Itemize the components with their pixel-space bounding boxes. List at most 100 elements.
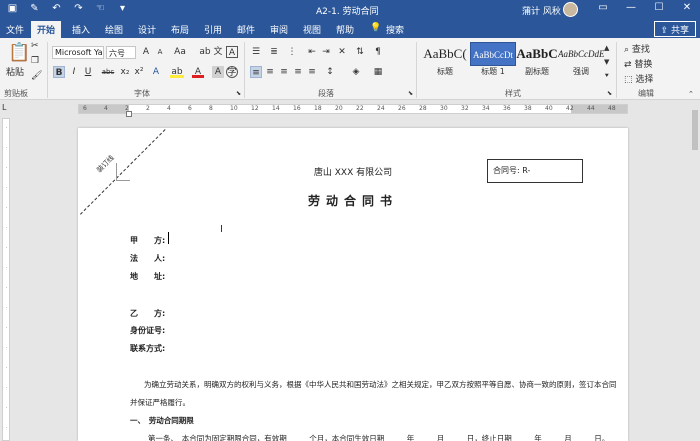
share-button[interactable]: ⇪ 共享 <box>653 21 696 37</box>
find-button[interactable]: ⌕ 查找 <box>624 42 650 55</box>
styles-dialog-launcher-icon[interactable]: ⬊ <box>607 90 612 97</box>
style-heading[interactable]: AaBbC( 标题 <box>422 42 468 84</box>
font-color-button[interactable]: A <box>192 66 204 78</box>
italic-button[interactable]: I <box>68 66 80 78</box>
tab-references[interactable]: 引用 <box>204 23 222 36</box>
bold-button[interactable]: B <box>53 66 65 78</box>
copy-icon[interactable]: ❐ <box>31 56 39 66</box>
avatar[interactable] <box>563 2 578 17</box>
chinese-layout-icon[interactable]: ✕ <box>336 46 348 58</box>
grow-font-button[interactable]: A <box>140 46 152 58</box>
tab-review[interactable]: 审阅 <box>270 23 288 36</box>
minimize-icon[interactable]: — <box>624 2 638 13</box>
change-case-button[interactable]: Aa <box>172 46 188 58</box>
styles-more-icon[interactable]: ⯆ <box>604 72 610 81</box>
font-name-select[interactable]: Microsoft Ya <box>52 46 104 59</box>
superscript-button[interactable]: x² <box>132 66 146 78</box>
undo-icon[interactable]: ↶ <box>50 3 63 14</box>
vertical-ruler-mark: · <box>5 285 8 291</box>
paragraph-dialog-launcher-icon[interactable]: ⬊ <box>408 90 413 97</box>
party-a-label: 甲 方: <box>130 236 166 245</box>
cut-icon[interactable]: ✂ <box>31 41 39 51</box>
style-subtitle[interactable]: AaBbC 副标题 <box>514 42 560 84</box>
tab-mailings[interactable]: 邮件 <box>237 23 255 36</box>
multilevel-list-icon[interactable]: ⋮ <box>286 46 298 58</box>
text-effects-button[interactable]: A <box>150 66 162 78</box>
tab-insert[interactable]: 插入 <box>72 23 90 36</box>
shading-icon[interactable]: ◈ <box>350 66 362 78</box>
vertical-ruler-mark: · <box>5 165 8 171</box>
save-icon[interactable]: ▣ <box>6 3 19 14</box>
replace-label: 替换 <box>634 60 653 70</box>
tab-layout[interactable]: 布局 <box>171 23 189 36</box>
bullets-icon[interactable]: ☰ <box>250 46 262 58</box>
brush-icon[interactable]: ✎ <box>28 3 41 14</box>
shrink-font-button[interactable]: A <box>154 46 166 58</box>
phonetic-guide-button[interactable]: 文 <box>212 46 224 58</box>
share-icon: ⇪ <box>660 26 671 36</box>
increase-indent-icon[interactable]: ⇥ <box>320 46 332 58</box>
user-name[interactable]: 蒲计 风秋 <box>522 4 561 17</box>
font-size-select[interactable]: 六号 <box>106 46 136 59</box>
ribbon-options-icon[interactable]: ▭ <box>596 2 610 13</box>
tab-draw[interactable]: 绘图 <box>105 23 123 36</box>
restore-icon[interactable]: ☐ <box>652 2 666 13</box>
scrollbar-thumb[interactable] <box>692 110 698 150</box>
close-icon[interactable]: ✕ <box>680 2 694 13</box>
tab-home[interactable]: 开始 <box>31 21 62 38</box>
align-right-icon[interactable]: ≡ <box>278 66 290 78</box>
id-number-label: 身份证号: <box>130 326 166 335</box>
font-group-label: 字体 <box>134 89 150 98</box>
touch-icon[interactable]: ☜ <box>94 3 107 14</box>
group-divider <box>616 42 617 98</box>
ruler-tick-label: 34 <box>482 105 490 112</box>
format-painter-icon[interactable]: 🖌 <box>31 71 42 81</box>
replace-button[interactable]: ⇄ 替换 <box>624 57 652 70</box>
tab-design[interactable]: 设计 <box>138 23 156 36</box>
style-emphasis[interactable]: AaBbCcDdE 强调 <box>558 42 604 84</box>
vertical-scrollbar[interactable] <box>690 100 700 441</box>
underline-button[interactable]: U <box>82 66 94 78</box>
justify-icon[interactable]: ≡ <box>292 66 304 78</box>
document-page[interactable]: 装订线 唐山 XXX 有限公司 合同号: R- 劳动合同书 甲 方: I 法 人… <box>78 128 628 441</box>
enclose-char-button[interactable]: 字 <box>226 66 238 78</box>
sort-icon[interactable]: ⇅ <box>354 46 366 58</box>
collapse-ribbon-icon[interactable]: ⌃ <box>688 90 694 98</box>
strikethrough-button[interactable]: abc <box>100 66 116 78</box>
styles-scroll-down-icon[interactable]: ▼ <box>604 58 609 66</box>
decrease-indent-icon[interactable]: ⇤ <box>306 46 318 58</box>
borders-icon[interactable]: ▦ <box>372 66 384 78</box>
redo-icon[interactable]: ↷ <box>72 3 85 14</box>
font-dialog-launcher-icon[interactable]: ⬊ <box>236 90 241 97</box>
more-icon[interactable]: ▾ <box>116 3 129 14</box>
char-border-button[interactable]: A <box>226 46 238 58</box>
style-heading-1[interactable]: AaBbCcDt 标题 1 <box>470 42 516 84</box>
ibeam-cursor-icon: I <box>220 224 223 235</box>
tab-view[interactable]: 视图 <box>303 23 321 36</box>
vertical-ruler-mark: · <box>5 185 8 191</box>
clear-format-button[interactable]: ab <box>198 46 212 58</box>
tab-search[interactable]: 搜索 <box>386 23 404 36</box>
tab-help[interactable]: 帮助 <box>336 23 354 36</box>
horizontal-ruler[interactable]: 6 4 2 2 4 6 8 10 12 14 16 18 20 22 24 26 28 30 32 34 36 38 40 4… <box>78 104 628 117</box>
numbering-icon[interactable]: ≣ <box>268 46 280 58</box>
styles-scroll-up-icon[interactable]: ▲ <box>604 44 609 52</box>
lightbulb-icon[interactable]: 💡 <box>370 23 381 33</box>
ruler-tick-label: 24 <box>377 105 385 112</box>
paste-icon[interactable]: 📋 <box>8 42 30 63</box>
tab-selector-icon[interactable]: L <box>2 103 6 112</box>
vertical-ruler[interactable]: · · · · · · · · · · · · · · · · <box>2 118 10 441</box>
show-marks-icon[interactable]: ¶ <box>372 46 384 58</box>
tab-file[interactable]: 文件 <box>0 20 28 38</box>
highlight-button[interactable]: ab <box>170 66 184 78</box>
vertical-ruler-mark: · <box>5 345 8 351</box>
align-left-icon[interactable]: ≡ <box>250 66 262 78</box>
ruler-tick-label: 18 <box>314 105 322 112</box>
subscript-button[interactable]: x₂ <box>118 66 132 78</box>
distributed-icon[interactable]: ≡ <box>306 66 318 78</box>
select-button[interactable]: ⬚ 选择 <box>624 72 653 85</box>
paste-button[interactable]: 粘贴 <box>6 65 24 78</box>
char-shading-button[interactable]: A <box>212 66 224 78</box>
line-spacing-icon[interactable]: ↕ <box>324 66 336 78</box>
align-center-icon[interactable]: ≡ <box>264 66 276 78</box>
